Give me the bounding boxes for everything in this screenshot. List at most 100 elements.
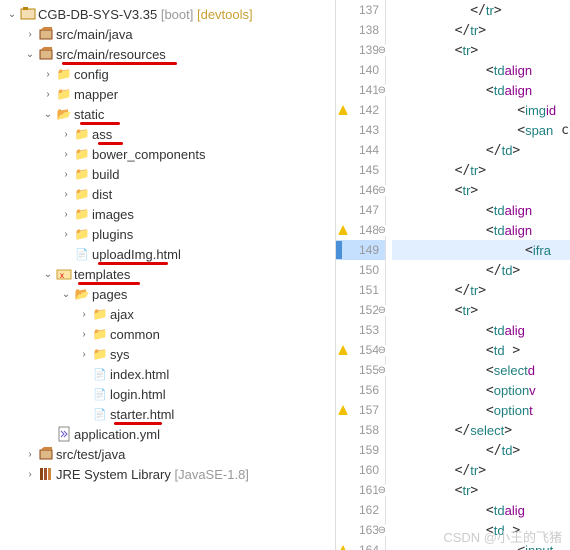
line-number[interactable]: 140 (336, 60, 385, 80)
code-line[interactable]: <option t (392, 400, 570, 420)
code-line[interactable]: <td align (392, 60, 570, 80)
tree-item[interactable]: ›📁build (0, 164, 335, 184)
code-line[interactable]: </tr> (392, 280, 570, 300)
line-number[interactable]: 164 (336, 540, 385, 550)
expand-arrow-icon[interactable]: › (22, 29, 38, 40)
tree-item[interactable]: ›📁ass (0, 124, 335, 144)
expand-arrow-icon[interactable]: › (58, 189, 74, 200)
line-number[interactable]: 154 (336, 340, 385, 360)
tree-item[interactable]: ›📁plugins (0, 224, 335, 244)
expand-arrow-icon[interactable]: › (58, 169, 74, 180)
expand-arrow-icon[interactable]: › (22, 469, 38, 480)
line-number[interactable]: 159 (336, 440, 385, 460)
tree-item[interactable]: 📄login.html (0, 384, 335, 404)
tree-item[interactable]: ›📁ajax (0, 304, 335, 324)
line-number[interactable]: 138 (336, 20, 385, 40)
tree-item[interactable]: 📄index.html (0, 364, 335, 384)
line-number[interactable]: 153 (336, 320, 385, 340)
line-number[interactable]: 157 (336, 400, 385, 420)
code-line[interactable]: <tr> (392, 180, 570, 200)
expand-arrow-icon[interactable]: ⌄ (58, 289, 74, 300)
code-line[interactable]: <td > (392, 340, 570, 360)
expand-arrow-icon[interactable]: › (76, 349, 92, 360)
expand-arrow-icon[interactable]: › (58, 209, 74, 220)
expand-arrow-icon[interactable]: ⌄ (4, 9, 20, 20)
tree-item[interactable]: ›src/main/java (0, 24, 335, 44)
line-number[interactable]: 147 (336, 200, 385, 220)
tree-item[interactable]: ›📁mapper (0, 84, 335, 104)
code-line[interactable]: <span class="ent"> </span> (392, 120, 570, 140)
code-line[interactable]: </td> (392, 260, 570, 280)
line-number[interactable]: 148 (336, 220, 385, 240)
code-line[interactable]: </td> (392, 440, 570, 460)
code-editor[interactable]: 1371381391401411421431441451461471481491… (335, 0, 570, 550)
line-number[interactable]: 142 (336, 100, 385, 120)
tree-item[interactable]: ⌄src/main/resources (0, 44, 335, 64)
code-line[interactable]: <td > (392, 520, 570, 540)
expand-arrow-icon[interactable]: › (22, 449, 38, 460)
tree-item[interactable]: ⌄xtemplates (0, 264, 335, 284)
expand-arrow-icon[interactable]: › (40, 89, 56, 100)
line-number[interactable]: 137 (336, 0, 385, 20)
expand-arrow-icon[interactable]: › (58, 229, 74, 240)
code-line[interactable]: </tr> (392, 160, 570, 180)
tree-item[interactable]: ⌄CGB-DB-SYS-V3.35 [boot] [devtools] (0, 4, 335, 24)
line-number[interactable]: 163 (336, 520, 385, 540)
code-line[interactable]: </tr> (392, 460, 570, 480)
line-number[interactable]: 144 (336, 140, 385, 160)
code-line[interactable]: <tr> (392, 300, 570, 320)
code-line[interactable]: <img id (392, 100, 570, 120)
tree-item[interactable]: ⌄📂static (0, 104, 335, 124)
tree-item[interactable]: 📄starter.html (0, 404, 335, 424)
project-explorer[interactable]: ⌄CGB-DB-SYS-V3.35 [boot] [devtools]›src/… (0, 0, 335, 550)
tree-item[interactable]: ⌄📂pages (0, 284, 335, 304)
code-line[interactable]: <td alig (392, 320, 570, 340)
expand-arrow-icon[interactable]: ⌄ (40, 269, 56, 280)
line-number[interactable]: 145 (336, 160, 385, 180)
line-number[interactable]: 158 (336, 420, 385, 440)
tree-item[interactable]: ›📁images (0, 204, 335, 224)
tree-item[interactable]: 📄uploadImg.html (0, 244, 335, 264)
code-line[interactable]: </td> (392, 140, 570, 160)
code-line[interactable]: <td align (392, 220, 570, 240)
code-line[interactable]: </tr> (392, 0, 570, 20)
line-number[interactable]: 146 (336, 180, 385, 200)
code-line[interactable]: <ifra (392, 240, 570, 260)
tree-item[interactable]: ›📁dist (0, 184, 335, 204)
tree-item[interactable]: ›📁sys (0, 344, 335, 364)
code-line[interactable]: <select d (392, 360, 570, 380)
line-number[interactable]: 152 (336, 300, 385, 320)
code-line[interactable]: <td align (392, 200, 570, 220)
code-line[interactable]: </tr> (392, 20, 570, 40)
tree-item[interactable]: ›📁bower_components (0, 144, 335, 164)
code-line[interactable]: <tr> (392, 40, 570, 60)
line-number[interactable]: 156 (336, 380, 385, 400)
code-line[interactable]: </select> (392, 420, 570, 440)
code-line[interactable]: <tr> (392, 480, 570, 500)
expand-arrow-icon[interactable]: › (58, 129, 74, 140)
code-line[interactable]: <input (392, 540, 570, 550)
line-number[interactable]: 151 (336, 280, 385, 300)
tree-item[interactable]: ›src/test/java (0, 444, 335, 464)
line-number[interactable]: 149 (336, 240, 385, 260)
tree-item[interactable]: ›JRE System Library [JavaSE-1.8] (0, 464, 335, 484)
expand-arrow-icon[interactable]: › (40, 69, 56, 80)
line-number[interactable]: 162 (336, 500, 385, 520)
line-number[interactable]: 155 (336, 360, 385, 380)
expand-arrow-icon[interactable]: › (76, 309, 92, 320)
line-number[interactable]: 143 (336, 120, 385, 140)
line-number[interactable]: 160 (336, 460, 385, 480)
line-number[interactable]: 150 (336, 260, 385, 280)
expand-arrow-icon[interactable]: › (58, 149, 74, 160)
expand-arrow-icon[interactable]: ⌄ (40, 109, 56, 120)
line-number[interactable]: 139 (336, 40, 385, 60)
code-line[interactable]: <option v (392, 380, 570, 400)
code-line[interactable]: <td align (392, 80, 570, 100)
code-line[interactable]: <td alig (392, 500, 570, 520)
line-number[interactable]: 161 (336, 480, 385, 500)
tree-item[interactable]: ›📁config (0, 64, 335, 84)
tree-item[interactable]: application.yml (0, 424, 335, 444)
expand-arrow-icon[interactable]: › (76, 329, 92, 340)
code-lines[interactable]: </tr> </tr> <tr> <td align <td align <im… (386, 0, 570, 550)
expand-arrow-icon[interactable]: ⌄ (22, 49, 38, 60)
